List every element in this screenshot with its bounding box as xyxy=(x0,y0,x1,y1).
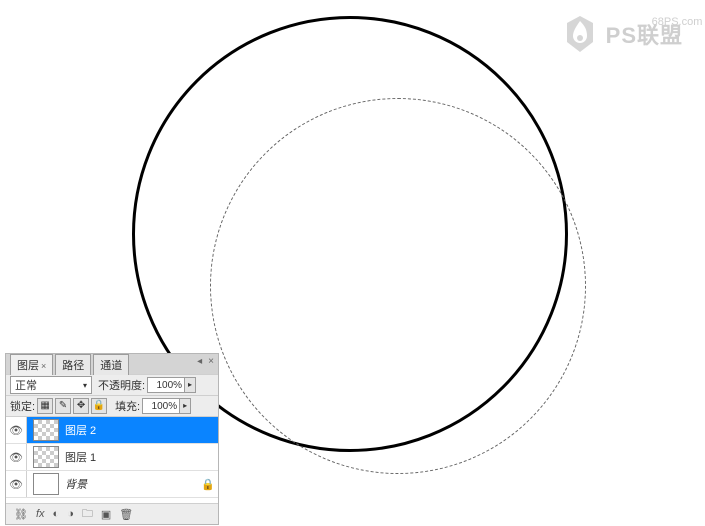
lock-all-button[interactable]: 🔒 xyxy=(91,398,107,414)
opacity-label: 不透明度: xyxy=(98,377,145,393)
mask-button[interactable]: ◐ xyxy=(53,508,60,520)
tab-channels[interactable]: 通道 xyxy=(93,354,129,375)
link-layers-button[interactable]: ⛓ xyxy=(14,508,28,521)
opacity-field[interactable]: 100% ▸ xyxy=(147,377,196,393)
layer-thumbnail[interactable] xyxy=(33,446,59,468)
selection-marquee xyxy=(210,98,586,474)
group-button[interactable]: 🗀 xyxy=(82,505,93,524)
lock-transparency-button[interactable]: ▦ xyxy=(37,398,53,414)
fill-label: 填充: xyxy=(115,398,140,414)
close-icon[interactable]: × xyxy=(41,361,46,371)
watermark-url: 68PS.com xyxy=(652,16,703,28)
panel-collapse-icon[interactable]: ◂ xyxy=(197,356,202,367)
panel-footer: ⛓ fx ◐ ◑ 🗀 ▣ 🗑 xyxy=(6,503,218,524)
layer-row[interactable]: 👁 图层 2 xyxy=(6,417,218,444)
lock-icon: 🔒 xyxy=(198,478,218,491)
fill-field[interactable]: 100% ▸ xyxy=(142,398,191,414)
blend-mode-select[interactable]: 正常▾ xyxy=(10,376,92,394)
tab-layers[interactable]: 图层× xyxy=(10,354,53,375)
adjustment-layer-button[interactable]: ◑ xyxy=(67,508,74,520)
flame-logo-icon xyxy=(560,14,600,54)
blend-opacity-row: 正常▾ 不透明度: 100% ▸ xyxy=(6,374,218,396)
layer-list: 👁 图层 2 👁 图层 1 👁 背景 🔒 xyxy=(6,417,218,503)
layer-row[interactable]: 👁 背景 🔒 xyxy=(6,471,218,498)
lock-pixels-button[interactable]: ✎ xyxy=(55,398,71,414)
visibility-toggle[interactable]: 👁 xyxy=(6,417,27,443)
new-layer-button[interactable]: ▣ xyxy=(101,508,111,521)
chevron-right-icon[interactable]: ▸ xyxy=(184,378,195,392)
panel-close-icon[interactable]: × xyxy=(208,356,214,367)
layer-name-label[interactable]: 图层 1 xyxy=(65,449,218,465)
tab-paths[interactable]: 路径 xyxy=(55,354,91,375)
layer-row[interactable]: 👁 图层 1 xyxy=(6,444,218,471)
layer-name-label[interactable]: 图层 2 xyxy=(65,422,218,438)
lock-position-button[interactable]: ✥ xyxy=(73,398,89,414)
lock-label: 锁定: xyxy=(10,398,35,414)
chevron-right-icon[interactable]: ▸ xyxy=(179,399,190,413)
panel-tab-row: 图层× 路径 通道 ◂ × xyxy=(6,354,218,374)
visibility-toggle[interactable]: 👁 xyxy=(6,444,27,470)
visibility-toggle[interactable]: 👁 xyxy=(6,471,27,497)
watermark: 68PS.com PS联盟 xyxy=(560,14,683,54)
layer-thumbnail[interactable] xyxy=(33,473,59,495)
layer-thumbnail[interactable] xyxy=(33,419,59,441)
layers-panel: 图层× 路径 通道 ◂ × 正常▾ 不透明度: 100% ▸ 锁定: ▦ ✎ ✥… xyxy=(6,354,218,524)
layer-name-label[interactable]: 背景 xyxy=(65,476,198,492)
lock-fill-row: 锁定: ▦ ✎ ✥ 🔒 填充: 100% ▸ xyxy=(6,396,218,417)
fx-button[interactable]: fx xyxy=(36,508,45,520)
delete-layer-button[interactable]: 🗑 xyxy=(119,508,133,521)
